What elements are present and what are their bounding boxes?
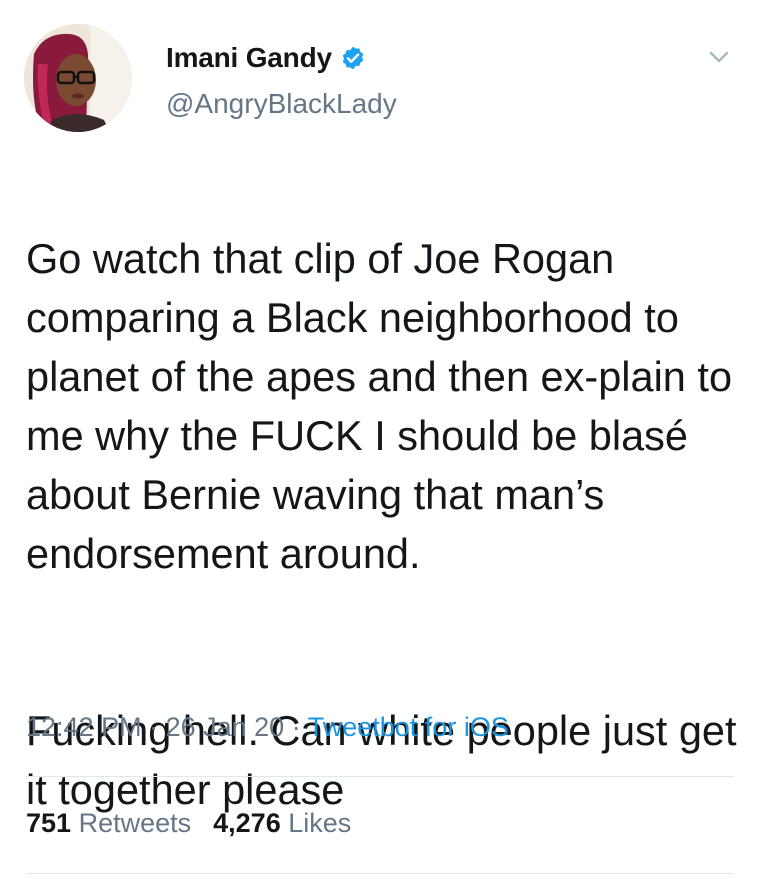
avatar[interactable] — [24, 24, 132, 132]
retweets-stat[interactable]: 751 Retweets — [26, 808, 191, 838]
chevron-down-icon[interactable] — [706, 44, 732, 70]
tweet-date[interactable]: 26 Jan 20 — [166, 712, 285, 742]
meta-separator: · — [291, 712, 308, 742]
tweet-paragraph-1: Go watch that clip of Joe Rogan comparin… — [26, 235, 733, 577]
divider — [26, 873, 734, 874]
likes-count: 4,276 — [213, 808, 281, 838]
likes-label: Likes — [288, 808, 352, 838]
retweets-label: Retweets — [78, 808, 192, 838]
tweet-stats: 751 Retweets 4,276 Likes — [26, 808, 351, 839]
author-handle[interactable]: @AngryBlackLady — [166, 88, 397, 120]
tweet-meta: 12:42 PM · 26 Jan 20 · Tweetbot for iOS — [26, 712, 509, 743]
tweet-source-link[interactable]: Tweetbot for iOS — [308, 712, 509, 742]
tweet-time[interactable]: 12:42 PM — [26, 712, 142, 742]
tweet-text: Go watch that clip of Joe Rogan comparin… — [26, 170, 742, 878]
verified-badge-icon — [340, 45, 366, 71]
author-display-name[interactable]: Imani Gandy — [166, 42, 332, 74]
likes-stat[interactable]: 4,276 Likes — [213, 808, 351, 838]
meta-separator: · — [149, 712, 166, 742]
divider — [26, 776, 734, 777]
avatar-image — [24, 24, 132, 132]
retweets-count: 751 — [26, 808, 72, 838]
tweet: Imani Gandy @AngryBlackLady Go watch tha… — [0, 0, 760, 885]
author-name-row[interactable]: Imani Gandy — [166, 40, 366, 76]
